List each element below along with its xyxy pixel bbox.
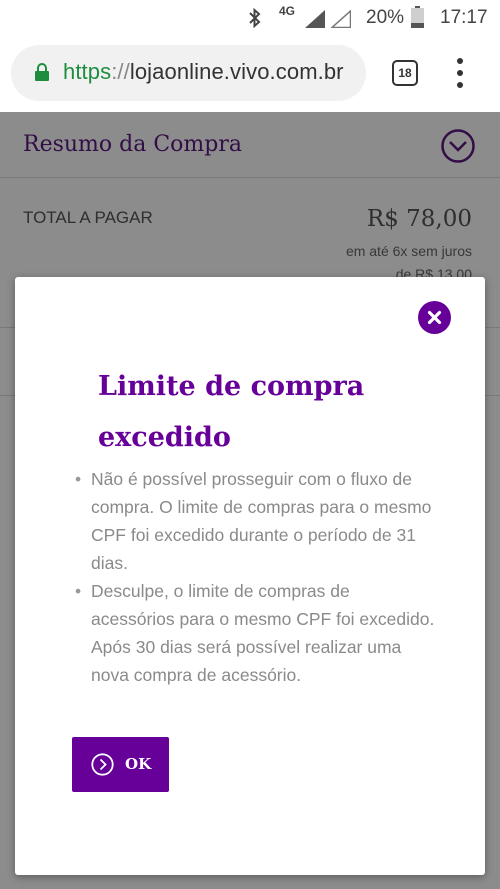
address-bar[interactable]: https://lojaonline.vivo.com.br: [11, 45, 366, 101]
tab-switcher-button[interactable]: 18: [392, 60, 418, 86]
list-item: Não é possível prosseguir com o fluxo de…: [75, 465, 435, 577]
overflow-menu-icon[interactable]: [450, 58, 470, 88]
ok-label: OK: [125, 755, 152, 773]
close-button[interactable]: [418, 301, 451, 334]
ok-button[interactable]: OK: [72, 737, 169, 792]
network-type: 4G: [279, 4, 296, 18]
battery-icon: [411, 6, 424, 28]
chevron-right-circle-icon: [91, 753, 114, 776]
url-separator: ://: [111, 59, 130, 84]
signal-icon: [305, 10, 325, 28]
url-scheme: https: [63, 59, 112, 84]
url-host: lojaonline.vivo.com.br: [129, 59, 344, 84]
list-item: Desculpe, o limite de compras de acessór…: [75, 577, 435, 689]
status-bar: 4G 20% 17:17: [0, 0, 500, 36]
lock-icon: [35, 63, 49, 81]
battery-percent: 20%: [366, 7, 405, 28]
close-icon: [427, 310, 442, 325]
browser-toolbar: https://lojaonline.vivo.com.br 18: [0, 36, 500, 112]
modal-title: Limite de compra excedido: [98, 371, 365, 453]
modal-message-list: Não é possível prosseguir com o fluxo de…: [75, 465, 435, 689]
signal-empty-icon: [331, 10, 351, 28]
clock: 17:17: [440, 7, 488, 28]
purchase-limit-modal: Limite de compra excedido Não é possível…: [15, 277, 485, 875]
url-text: https://lojaonline.vivo.com.br: [63, 59, 344, 85]
bluetooth-icon: [249, 7, 261, 29]
